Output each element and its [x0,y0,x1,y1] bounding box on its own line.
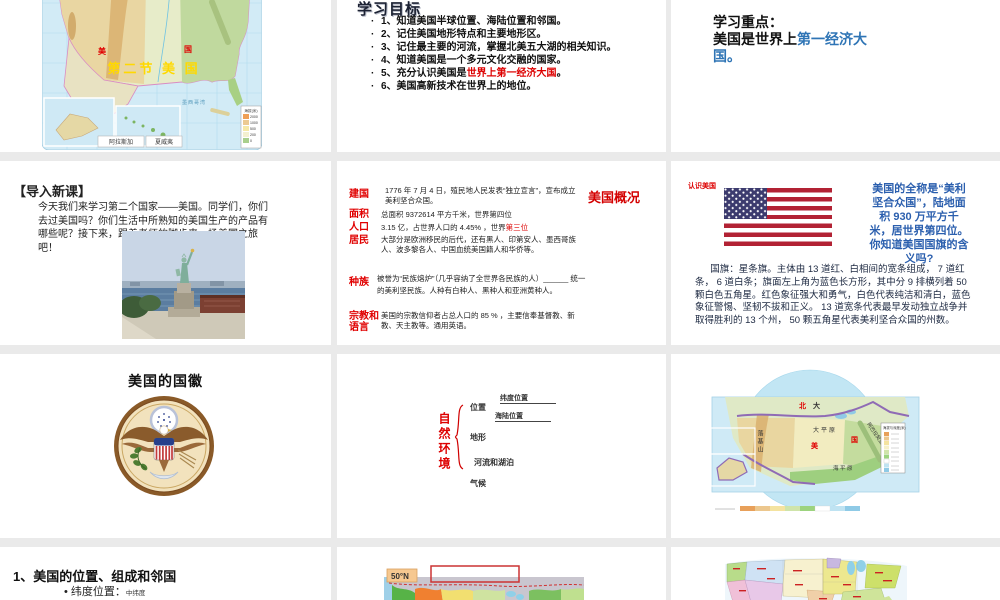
us-states-map [725,557,907,600]
intro-header: 【导入新课】 [13,184,92,199]
concept-item-terrain: 地形 [470,433,486,442]
latitude-label: 50°N [391,572,409,581]
slide-3-key-point[interactable]: 学习重点： 美国是世界上第一经济大国。 [671,0,1000,152]
svg-text:0: 0 [250,139,252,143]
objective-item: 6、美国高新技术在世界上的地位。 [371,80,663,93]
flag-section-tag: 认识美国 [688,183,716,190]
emblem-title: 美国的国徽 [128,373,203,389]
row-text: 大部分是欧洲移民的后代，还有黑人、印第安人、墨西哥族人、波多黎各人、中国血统美国… [381,235,576,254]
label-da: 大 [813,401,820,410]
row-text: 被誉为“民族熔炉”（几乎容纳了全世界各民族的人）______ 统一的美利坚民族。… [377,274,586,295]
slide-10-position[interactable]: 1、美国的位置、组成和邻国 • 纬度位置：中纬度 • 半球位置 [0,547,331,600]
slide-2-objectives[interactable]: 学习目标 1、知道美国半球位置、海陆位置和邻国。 2、记住美国地形特点和主要地形… [337,0,666,152]
us-flag [724,188,832,246]
objective-item: 3、记住最主要的河流，掌握北美五大湖的相关知识。 [371,41,663,54]
slide-9-terrain-map[interactable]: 北 大 美 国 落基山 大平原 阿巴拉契亚山脉 海平原 海拔与深度(米) [671,354,1000,538]
slide-6-flag[interactable]: 认识美国 美国的全称是“美利坚合众国”，陆地面积 930 万平方千米，居世界第四… [671,161,1000,345]
chapter-title-overlay: 第二节 美 国 [107,61,200,76]
svg-text:1000: 1000 [250,121,258,125]
inset-label-alaska: 阿拉斯加 [109,138,133,146]
bullet-latitude: • 纬度位置：中纬度 [64,586,146,598]
concept-sub-latitude: 纬度位置 [500,395,528,402]
row-text: 1776 年 7 月 4 日，殖民地人民发表“独立宣言”，宣布成立美利坚合众国。 [385,186,576,205]
svg-text:200: 200 [250,133,256,137]
label-guo: 国 [851,435,858,444]
svg-text:500: 500 [250,127,256,131]
flag-meaning-paragraph: 国旗：星条旗。主体由 13 道红、白相间的宽条组成， 7 道红条， 6 道白条；… [695,264,971,327]
row-label: 人口 [349,222,369,233]
key-point-heading: 学习重点： [713,14,783,30]
objective-item: 1、知道美国半球位置、海陆位置和邻国。 [371,15,663,28]
svg-text:2000: 2000 [250,115,258,119]
great-seal-emblem [114,396,214,496]
slide-5-overview[interactable]: 美国概况 建国 1776 年 7 月 4 日，殖民地人民发表“独立宣言”，宣布成… [337,161,666,345]
row-label: 面积 [349,209,369,220]
label-rockies: 落基山 [756,429,763,454]
objective-item: 2、记住美国地形特点和主要地形区。 [371,28,663,41]
slide-12-states-map[interactable] [671,547,1000,600]
brace-icon [454,404,464,470]
elevation-legend: 海拔(米) 2000 1000 500 200 0 [240,105,262,149]
svg-text:海拔(米): 海拔(米) [244,108,257,113]
row-label: 宗教和语言 [349,311,379,333]
row-text: 总面积 9372614 平方千米，世界第四位 [381,210,512,219]
label-plains: 大平原 [813,426,837,434]
concept-item-position: 位置 [470,403,486,412]
row-label: 建国 [349,189,369,200]
label-mei: 美 [811,441,819,450]
map-label-mei: 美 [98,46,107,56]
objective-item: 5、充分认识美国是世界上第一经济大国。 [371,67,663,80]
us-topographic-map: 美 国 第二节 美 国 墨西哥湾 阿拉斯加 夏威夷 海拔(米) 2000 100… [42,0,262,150]
slide-7-emblem[interactable]: 美国的国徽 [0,354,331,538]
slide-4-intro[interactable]: 【导入新课】 今天我们来学习第二个国家——美国。同学们，你们去过美国吗？你们生活… [0,161,331,345]
row-label: 居民 [349,235,369,246]
map-label-guo: 国 [184,44,192,54]
objective-item: 4、知道美国是一个多元文化交融的国家。 [371,54,663,67]
north-america-terrain-map: 北 大 美 国 落基山 大平原 阿巴拉契亚山脉 海平原 海拔与深度(米) [710,369,920,512]
svg-text:海拔与深度(米): 海拔与深度(米) [883,425,906,430]
concept-item-climate: 气候 [470,479,486,488]
elevation-scale-bar [715,505,860,512]
label-north: 北 [799,401,806,410]
row-label: 种族 [349,277,369,288]
flag-canton [724,188,767,219]
row-text: 美国的宗教信仰者占总人口的 85 % ，主要信奉基督教、新教、天主教等。通用英语… [381,311,575,330]
sea-label: 墨西哥湾 [182,99,206,106]
slide-11-climate-map[interactable]: 50°N [337,547,666,600]
concept-sub-land-sea: 海陆位置 [495,413,523,420]
label-coastal-plain: 海平原 [833,464,854,472]
statue-of-liberty-photo [122,231,245,339]
slide-1-us-map[interactable]: 美 国 第二节 美 国 墨西哥湾 阿拉斯加 夏威夷 海拔(米) 2000 100… [0,0,331,152]
row-text: 3.15 亿，占世界人口的 4.45% ，世界第三位 [381,223,529,232]
climate-map-50n: 50°N [384,565,585,600]
key-point-text: 美国是世界上第一经济大国。 [713,31,867,64]
inset-label-hawaii: 夏威夷 [155,138,173,146]
slide-8-concept-map[interactable]: 自然环境 位置 纬度位置 海陆位置 地形 河流和湖泊 气候 [337,354,666,538]
overview-title: 美国概况 [588,190,641,205]
bullet-dot: • [64,586,71,598]
concept-item-rivers: 河流和湖泊 [474,458,514,467]
concept-root: 自然环境 [437,412,451,472]
flag-intro-text: 美国的全称是“美利坚合众国”，陆地面积 930 万平方千米，居世界第四位。你知道… [869,183,969,265]
depth-elevation-legend: 海拔与深度(米) [880,422,906,474]
